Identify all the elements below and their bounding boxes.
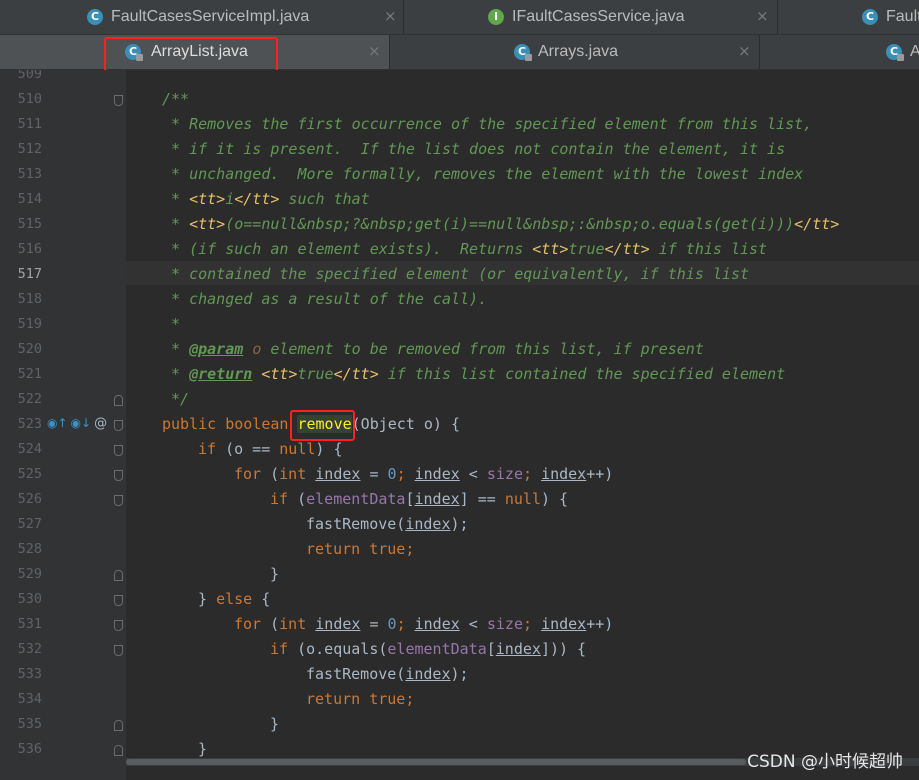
class-icon: C	[87, 9, 103, 25]
line-number: 511	[17, 116, 42, 132]
line-number: 514	[17, 191, 42, 207]
code-line-511: * Removes the first occurrence of the sp…	[162, 115, 813, 133]
annotation-icon[interactable]: @	[94, 416, 107, 431]
code-line-515: * <tt>(o==null&nbsp;?&nbsp;get(i)==null&…	[162, 215, 840, 233]
line-number: 536	[17, 741, 42, 757]
code-line-527: fastRemove(index);	[306, 515, 469, 533]
class-icon: C	[862, 9, 878, 25]
tab-arrays[interactable]: C Arrays.java ×	[390, 35, 760, 69]
code-line-517: * contained the specified element (or eq…	[162, 265, 749, 283]
line-number: 532	[17, 641, 42, 657]
code-line-526: if (elementData[index] == null) {	[270, 490, 569, 508]
gutter-markers-523: ◉↑ ◉↓ @	[47, 416, 110, 434]
line-number: 534	[17, 691, 42, 707]
fold-marker[interactable]	[114, 570, 123, 581]
fold-marker[interactable]	[114, 420, 123, 431]
fold-marker[interactable]	[114, 645, 123, 656]
lock-icon	[525, 54, 532, 61]
code-line-512: * if it is present. If the list does not…	[162, 140, 786, 158]
code-line-525: for (int index = 0; index < size; index+…	[234, 465, 614, 483]
line-number: 509	[17, 70, 42, 82]
current-line-number: 517	[17, 266, 42, 282]
code-line-533: fastRemove(index);	[306, 665, 469, 683]
line-number: 523	[17, 416, 42, 432]
line-number: 535	[17, 716, 42, 732]
code-line-514: * <tt>i</tt> such that	[162, 190, 370, 208]
line-number: 518	[17, 291, 42, 307]
code-line-519: *	[162, 315, 181, 333]
line-number: 525	[17, 466, 42, 482]
code-line-529: }	[270, 565, 280, 583]
tab-label: Fault	[886, 8, 919, 25]
line-number: 524	[17, 441, 42, 457]
code-line-534: return true;	[306, 690, 415, 708]
line-number: 515	[17, 216, 42, 232]
fold-marker[interactable]	[114, 395, 123, 406]
line-number: 520	[17, 341, 42, 357]
code-line-516: * (if such an element exists). Returns <…	[162, 240, 768, 258]
fold-marker[interactable]	[114, 95, 123, 106]
fold-marker[interactable]	[114, 720, 123, 731]
fold-marker[interactable]	[114, 595, 123, 606]
lock-icon	[897, 54, 904, 61]
fold-marker[interactable]	[114, 470, 123, 481]
code-line-532: if (o.equals(elementData[index])) {	[270, 640, 587, 658]
overridden-down-icon[interactable]: ◉↓	[71, 416, 92, 430]
watermark: CSDN @小时候超帅	[747, 752, 903, 772]
tab-fault-truncated[interactable]: C Fault	[778, 0, 919, 34]
close-icon[interactable]: ×	[384, 7, 397, 25]
fold-marker[interactable]	[114, 620, 123, 631]
code-line-523: public boolean remove(Object o) {	[162, 415, 461, 433]
line-number: 519	[17, 316, 42, 332]
editor-tab-row-1: C FaultCasesServiceImpl.java × I IFaultC…	[0, 0, 919, 35]
code-line-530: } else {	[198, 590, 271, 608]
code-line-520: * @param o element to be removed from th…	[162, 340, 704, 358]
line-number: 530	[17, 591, 42, 607]
line-number: 529	[17, 566, 42, 582]
tab-label: Arrays.java	[538, 43, 619, 60]
code-line-510: /**	[162, 90, 190, 108]
line-number: 512	[17, 141, 42, 157]
code-line-528: return true;	[306, 540, 415, 558]
arraylist-tab-highlight	[104, 37, 278, 72]
line-number: 533	[17, 666, 42, 682]
close-icon[interactable]: ×	[756, 7, 769, 25]
tab-faultcasesserviceimpl[interactable]: C FaultCasesServiceImpl.java ×	[78, 0, 404, 34]
line-number: 516	[17, 241, 42, 257]
tab-label: A	[910, 43, 919, 61]
code-line-522: */	[162, 390, 190, 408]
tab-ifaultcasesservice[interactable]: I IFaultCasesService.java ×	[404, 0, 778, 34]
tab-label: IFaultCasesService.java	[512, 8, 685, 25]
line-number: 522	[17, 391, 42, 407]
fold-marker[interactable]	[114, 445, 123, 456]
line-number: 531	[17, 616, 42, 632]
line-number: 513	[17, 166, 42, 182]
tab-a-truncated[interactable]: C A	[760, 35, 919, 69]
line-number: 521	[17, 366, 42, 382]
remove-method-highlight	[290, 410, 355, 441]
close-icon[interactable]: ×	[738, 42, 751, 60]
line-number: 510	[17, 91, 42, 107]
code-line-531: for (int index = 0; index < size; index+…	[234, 615, 614, 633]
overrides-up-icon[interactable]: ◉↑	[47, 416, 68, 430]
interface-icon: I	[488, 9, 504, 25]
code-line-521: * @return <tt>true</tt> if this list con…	[162, 365, 786, 383]
code-line-518: * changed as a result of the call).	[162, 290, 488, 308]
line-number: 527	[17, 516, 42, 532]
scrollbar-thumb[interactable]	[126, 759, 746, 765]
line-number: 528	[17, 541, 42, 557]
close-icon[interactable]: ×	[368, 42, 381, 60]
code-line-535: }	[270, 715, 280, 733]
code-editor[interactable]: 509 510 511 512 513 514 515 516 517 518 …	[0, 70, 919, 780]
fold-marker[interactable]	[114, 745, 123, 756]
tab-label: FaultCasesServiceImpl.java	[111, 8, 310, 25]
line-number: 526	[17, 491, 42, 507]
code-line-513: * unchanged. More formally, removes the …	[162, 165, 804, 183]
fold-marker[interactable]	[114, 495, 123, 506]
